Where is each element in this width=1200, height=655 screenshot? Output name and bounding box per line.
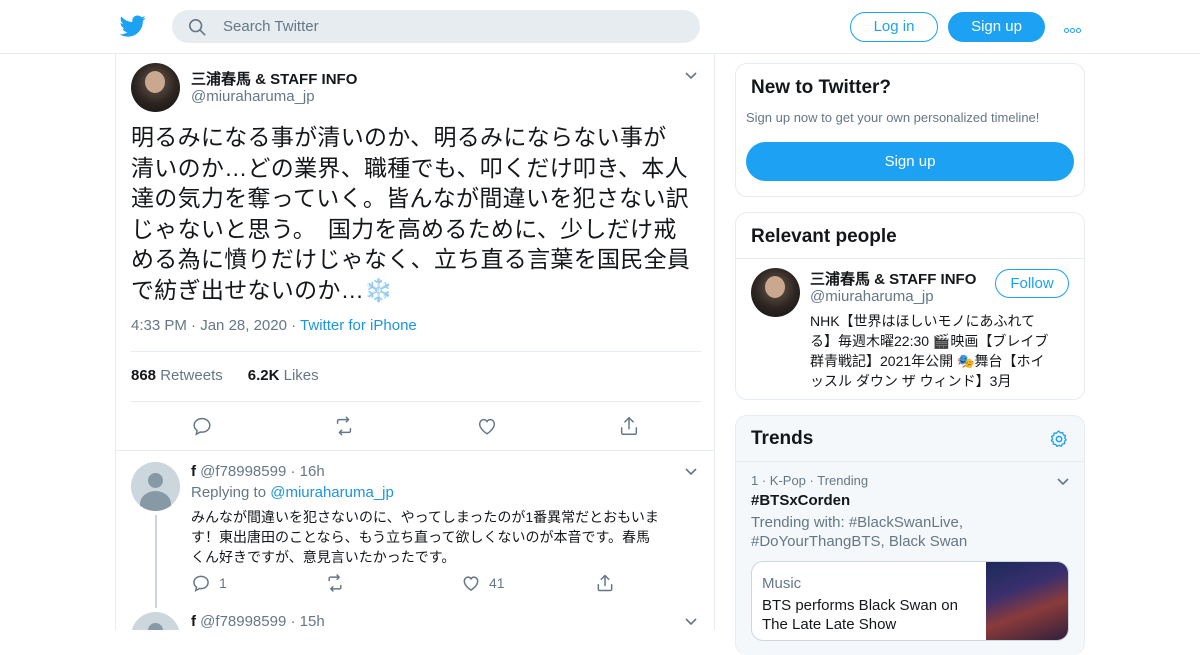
- replying-to-link[interactable]: @miuraharuma_jp: [270, 484, 394, 501]
- reply-text-line: みんなが間違いを犯さないのに、やってしまったのが1番異常だとおもいま: [191, 509, 659, 525]
- trends-title: Trends: [751, 428, 814, 449]
- relevant-person-handle[interactable]: @miuraharuma_jp: [810, 288, 934, 305]
- reply-age[interactable]: 16h: [300, 463, 325, 480]
- reply-author[interactable]: f @f78998599 · 16h: [191, 463, 325, 480]
- reply-author-handle[interactable]: @f78998599: [200, 463, 286, 480]
- reply-like-count[interactable]: 41: [489, 575, 505, 591]
- reply-count[interactable]: 1: [219, 575, 227, 591]
- share-icon[interactable]: [618, 415, 640, 437]
- search-placeholder[interactable]: Search Twitter: [223, 18, 319, 35]
- main-timeline-column: 三浦春馬 & STAFF INFO @miuraharuma_jp 明るみになる…: [115, 54, 715, 630]
- chevron-down-icon[interactable]: [684, 467, 698, 477]
- thread-line: [155, 515, 157, 608]
- trend-card-title: BTS performs Black Swan on The Late Late…: [762, 597, 958, 633]
- tweet-date[interactable]: Jan 28, 2020: [200, 317, 287, 334]
- like-count[interactable]: 6.2K: [248, 367, 280, 384]
- search-icon: [188, 18, 206, 36]
- reply-text-line: す！東出唐田のことなら、もう立ち直って欲しくないのが本音です。春馬: [191, 529, 651, 545]
- relevant-person-name[interactable]: 三浦春馬 & STAFF INFO: [810, 268, 976, 289]
- author-name[interactable]: 三浦春馬 & STAFF INFO: [191, 68, 357, 89]
- more-options-icon[interactable]: [1064, 20, 1086, 33]
- tweet-metadata: 4:33 PM · Jan 28, 2020 · Twitter for iPh…: [131, 317, 417, 334]
- search-bar[interactable]: Search Twitter: [172, 10, 700, 43]
- new-to-twitter-title: New to Twitter?: [751, 77, 892, 98]
- tweet-text-line: める為に憤りだけじゃなく、立ち直る言葉を国民全員: [131, 246, 691, 272]
- settings-gear-icon[interactable]: [1049, 429, 1069, 449]
- trend-news-card[interactable]: Music BTS performs Black Swan on The Lat…: [751, 561, 1069, 641]
- tweet-text-line: で紡ぎ出せないのか…❄️: [131, 276, 393, 303]
- new-to-twitter-subtitle: Sign up now to get your own personalized…: [746, 110, 1040, 125]
- retweet-icon[interactable]: [325, 573, 345, 593]
- tweet-text-line: 明るみになる事が清いのか、明るみにならない事が: [131, 124, 667, 150]
- tweet-text-line: 清いのか…どの業界、職種でも、叩くだけ叩き、本人: [131, 154, 688, 181]
- login-button[interactable]: Log in: [850, 12, 938, 42]
- divider: [131, 351, 701, 352]
- divider: [736, 461, 1084, 462]
- likes-label[interactable]: Likes: [284, 367, 319, 384]
- bio-line: NHK【世界はほしいモノにあふれて: [810, 313, 1036, 329]
- trends-card: Trends 1 · K-Pop · Trending #BTSxCorden …: [735, 415, 1085, 655]
- divider: [131, 401, 701, 402]
- trend-meta: 1 · K-Pop · Trending: [751, 473, 869, 488]
- like-heart-icon[interactable]: [476, 415, 498, 437]
- bio-line: る】毎週木曜22:30 🎬映画【ブレイブ: [810, 333, 1049, 349]
- new-to-twitter-card: New to Twitter? Sign up now to get your …: [735, 63, 1085, 197]
- chevron-down-icon[interactable]: [684, 617, 698, 627]
- reply-age[interactable]: 15h: [300, 613, 325, 630]
- relevant-people-card: Relevant people 三浦春馬 & STAFF INFO @miura…: [735, 212, 1085, 400]
- trending-with-line[interactable]: Trending with: #BlackSwanLive,: [751, 513, 1071, 532]
- trending-with-line[interactable]: #DoYourThangBTS, Black Swan: [751, 532, 1071, 551]
- reply-icon[interactable]: [191, 573, 211, 593]
- chevron-down-icon[interactable]: [684, 71, 698, 81]
- twitter-bird-icon[interactable]: [120, 13, 146, 39]
- reply-tweet[interactable]: f @f78998599 · 16h Replying to @miurahar…: [116, 450, 714, 608]
- tweet-time[interactable]: 4:33 PM: [131, 317, 187, 334]
- reply-icon[interactable]: [191, 415, 213, 437]
- trend-card-thumbnail: [986, 562, 1068, 640]
- retweets-label[interactable]: Retweets: [160, 367, 223, 384]
- tweet-source-link[interactable]: Twitter for iPhone: [300, 317, 417, 334]
- reply-text: みんなが間違いを犯さないのに、やってしまったのが1番異常だとおもいま す！東出唐…: [191, 507, 701, 567]
- chevron-down-icon[interactable]: [1056, 477, 1070, 487]
- trend-card-source: Music: [762, 575, 802, 592]
- tweet-text: 明るみになる事が清いのか、明るみにならない事が 清いのか…どの業界、職種でも、叩…: [131, 122, 703, 305]
- reply-avatar[interactable]: [131, 462, 180, 511]
- sidebar-signup-button[interactable]: Sign up: [746, 142, 1074, 181]
- relevant-person-avatar[interactable]: [751, 268, 800, 317]
- replying-to: Replying to @miuraharuma_jp: [191, 484, 394, 501]
- reply-tweet[interactable]: f @f78998599 · 15h: [116, 607, 714, 630]
- bio-line: 群青戦記】2021年公開 🎭舞台【ホイ: [810, 353, 1045, 369]
- author-handle[interactable]: @miuraharuma_jp: [191, 88, 315, 105]
- top-navigation-bar: Search Twitter Log in Sign up: [0, 0, 1200, 54]
- share-icon[interactable]: [595, 573, 615, 593]
- follow-button[interactable]: Follow: [995, 269, 1069, 298]
- divider: [736, 258, 1084, 259]
- author-avatar[interactable]: [131, 63, 180, 112]
- trending-with: Trending with: #BlackSwanLive, #DoYourTh…: [751, 513, 1071, 551]
- retweet-icon[interactable]: [333, 415, 355, 437]
- reply-author-name[interactable]: f: [191, 613, 196, 630]
- tweet-text-line: 達の気力を奪っていく。皆んなが間違いを犯さない訳: [131, 185, 690, 211]
- trend-hashtag[interactable]: #BTSxCorden: [751, 492, 850, 509]
- reply-avatar[interactable]: [131, 612, 180, 630]
- like-heart-icon[interactable]: [461, 573, 481, 593]
- reply-text-line: くん好きですが、意見言いたかったです。: [191, 549, 456, 565]
- tweet-stats: 868 Retweets 6.2K Likes: [131, 367, 319, 384]
- reply-author-name[interactable]: f: [191, 463, 196, 480]
- reply-author[interactable]: f @f78998599 · 15h: [191, 613, 325, 630]
- retweet-count[interactable]: 868: [131, 367, 156, 384]
- bio-line: ッスル ダウン ザ ウィンド】3月: [810, 373, 1012, 389]
- replying-to-label: Replying to: [191, 484, 267, 501]
- relevant-people-title: Relevant people: [751, 226, 897, 247]
- relevant-person-bio: NHK【世界はほしいモノにあふれて る】毎週木曜22:30 🎬映画【ブレイブ 群…: [810, 311, 1072, 391]
- reply-author-handle[interactable]: @f78998599: [200, 613, 286, 630]
- tweet-text-line: じゃないと思う。 国力を高めるために、少しだけ戒: [131, 215, 677, 242]
- signup-button[interactable]: Sign up: [948, 12, 1045, 42]
